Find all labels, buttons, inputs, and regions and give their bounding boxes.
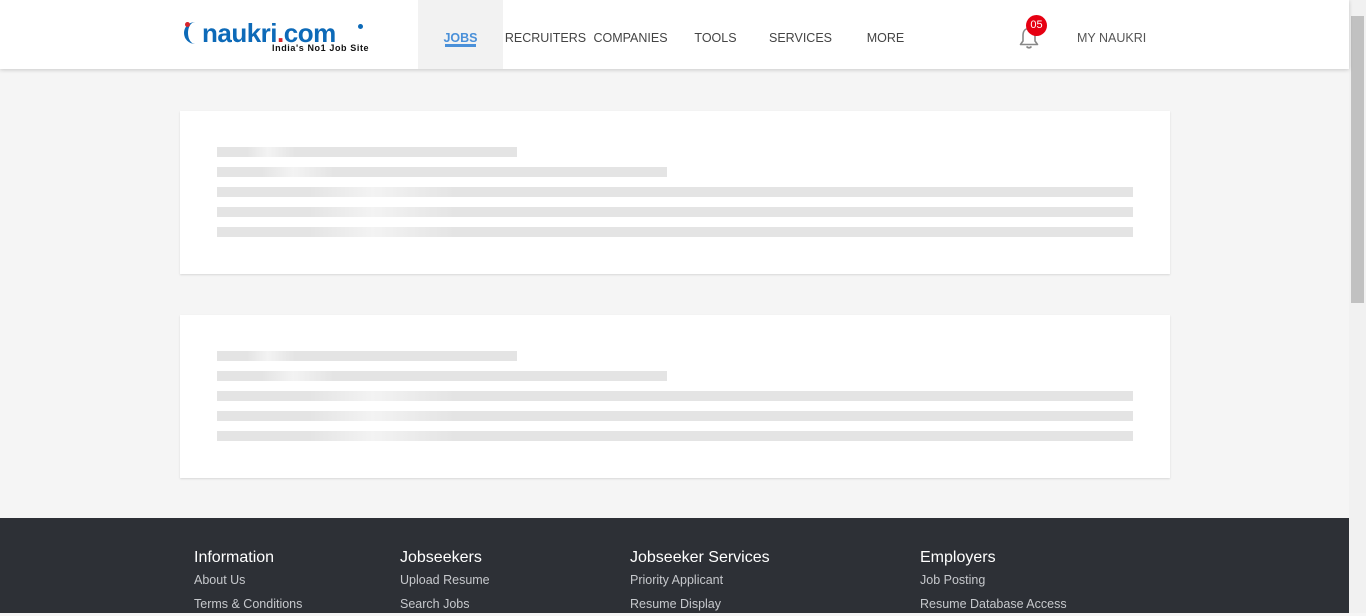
my-naukri-menu[interactable]: MY NAUKRI <box>1077 0 1146 69</box>
footer-heading: Jobseeker Services <box>630 549 770 566</box>
nav-label: SERVICES <box>769 31 832 45</box>
footer-column-jobseekers: Jobseekers Upload Resume Search Jobs <box>400 548 490 616</box>
footer-link[interactable]: Resume Database Access <box>920 592 1067 616</box>
skeleton-line <box>217 227 1133 237</box>
loading-card <box>180 315 1170 478</box>
skeleton-line <box>217 167 667 177</box>
footer-link[interactable]: Upload Resume <box>400 568 490 592</box>
nav-label: MORE <box>866 31 905 45</box>
footer-heading: Employers <box>920 549 996 566</box>
skeleton-line <box>217 411 1133 421</box>
logo-tagline: India's No1 Job Site <box>272 43 370 53</box>
footer-column-information: Information About Us Terms & Conditions <box>194 548 302 616</box>
nav-label: TOOLS <box>694 31 737 45</box>
notification-badge[interactable]: 05 <box>1026 15 1047 36</box>
loading-card <box>180 111 1170 274</box>
nav-companies[interactable]: COMPANIES <box>588 0 673 69</box>
footer-link[interactable]: Job Posting <box>920 568 1067 592</box>
footer-link[interactable]: Terms & Conditions <box>194 592 302 616</box>
footer-link[interactable]: Resume Display <box>630 592 770 616</box>
nav-more[interactable]: MORE <box>843 0 928 69</box>
footer-heading: Jobseekers <box>400 549 482 566</box>
site-footer: Information About Us Terms & Conditions … <box>0 518 1349 613</box>
skeleton-line <box>217 351 517 361</box>
skeleton-line <box>217 187 1133 197</box>
footer-column-jobseeker-services: Jobseeker Services Priority Applicant Re… <box>630 548 770 616</box>
footer-column-employers: Employers Job Posting Resume Database Ac… <box>920 548 1067 616</box>
naukri-logo[interactable]: naukri.com India's No1 Job Site <box>184 18 370 56</box>
nav-jobs[interactable]: JOBS <box>418 0 503 69</box>
skeleton-line <box>217 207 1133 217</box>
nav-label: JOBS <box>443 31 478 45</box>
vertical-scrollbar[interactable] <box>1349 0 1366 613</box>
skeleton-line <box>217 147 517 157</box>
skeleton-line <box>217 431 1133 441</box>
nav-recruiters[interactable]: RECRUITERS <box>503 0 588 69</box>
top-header: naukri.com India's No1 Job Site JOBS REC… <box>0 0 1349 69</box>
nav-label: RECRUITERS <box>504 31 587 45</box>
footer-link[interactable]: Priority Applicant <box>630 568 770 592</box>
active-underline <box>445 44 476 47</box>
nav-services[interactable]: SERVICES <box>758 0 843 69</box>
skeleton-line <box>217 371 667 381</box>
nav-label: COMPANIES <box>593 31 668 45</box>
footer-link[interactable]: Search Jobs <box>400 592 490 616</box>
nav-tools[interactable]: TOOLS <box>673 0 758 69</box>
scrollbar-thumb[interactable] <box>1351 16 1364 303</box>
footer-heading: Information <box>194 549 275 566</box>
footer-link[interactable]: About Us <box>194 568 302 592</box>
skeleton-line <box>217 391 1133 401</box>
